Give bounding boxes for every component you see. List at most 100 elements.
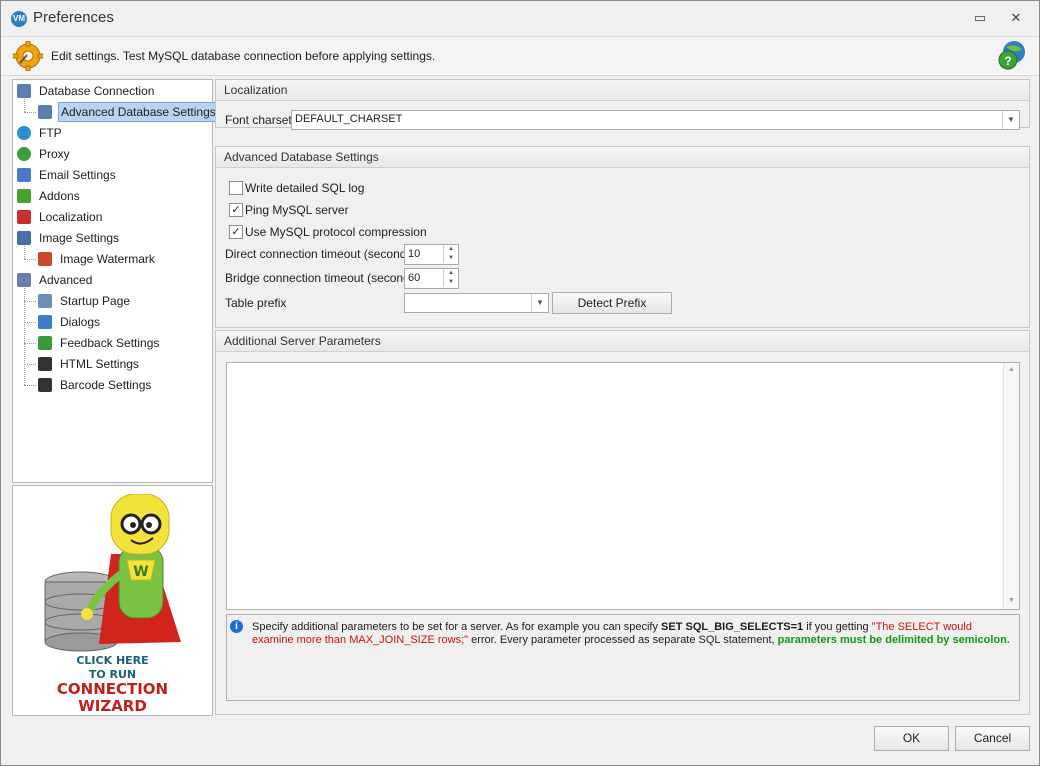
sidebar-item-label: Advanced Database Settings	[58, 102, 219, 122]
font-charset-label: Font charset	[225, 113, 292, 127]
sidebar-item-label: Email Settings	[39, 168, 116, 182]
chevron-down-icon[interactable]: ▼	[1002, 111, 1019, 129]
header-text: Edit settings. Test MySQL database conne…	[51, 49, 436, 63]
ftp-globe-icon	[17, 126, 31, 140]
html-icon	[38, 357, 52, 371]
table-prefix-label: Table prefix	[225, 296, 287, 310]
tree-connector	[24, 343, 36, 344]
sidebar-item-label: Image Settings	[39, 231, 120, 245]
connection-wizard-button[interactable]: W CLICK HERE TO RUN CONNECTION WIZARD	[12, 485, 213, 716]
localization-group-header: Localization	[216, 80, 1029, 101]
settings-tree: Database Connection Advanced Database Set…	[12, 79, 219, 483]
tree-connector	[24, 246, 25, 259]
spin-down-icon[interactable]: ▼	[443, 254, 458, 263]
chevron-down-icon[interactable]: ▼	[531, 294, 548, 312]
app-logo-icon: VM	[11, 11, 27, 27]
close-button[interactable]: ✕	[1005, 9, 1027, 27]
info-text-sql: SET SQL_BIG_SELECTS=1	[661, 621, 804, 633]
additional-params-group-title: Additional Server Parameters	[224, 334, 381, 348]
sidebar-item-label: Barcode Settings	[60, 378, 152, 392]
tree-connector	[24, 99, 25, 112]
tree-connector	[24, 364, 36, 365]
watermark-icon	[38, 252, 52, 266]
help-globe-icon[interactable]: ?	[997, 39, 1027, 71]
sidebar-item-label: Image Watermark	[60, 252, 155, 266]
image-icon	[17, 231, 31, 245]
envelope-icon	[17, 168, 31, 182]
barcode-icon	[38, 378, 52, 392]
spin-down-icon[interactable]: ▼	[443, 278, 458, 287]
shield-icon	[17, 273, 31, 287]
write-sql-log-checkbox[interactable]	[229, 181, 243, 195]
scroll-up-icon[interactable]: ▲	[1004, 363, 1019, 377]
additional-params-group: Additional Server Parameters ▲ ▼ i Speci…	[215, 330, 1030, 715]
gear-icon	[13, 41, 43, 71]
spin-up-icon[interactable]: ▲	[443, 269, 458, 278]
restore-button[interactable]: ▭	[969, 9, 991, 27]
font-charset-select[interactable]: DEFAULT_CHARSET ▼	[291, 110, 1020, 130]
tree-connector	[24, 288, 25, 385]
startup-page-icon	[38, 294, 52, 308]
localization-group-title: Localization	[224, 83, 288, 97]
additional-params-textarea[interactable]: ▲ ▼	[226, 362, 1020, 610]
sidebar-item-label: Proxy	[39, 147, 70, 161]
direct-timeout-spinner[interactable]: 10 ▲ ▼	[404, 244, 459, 265]
wizard-line4: WIZARD	[78, 697, 147, 715]
bridge-timeout-value: 60	[408, 272, 421, 284]
advanced-db-group-title: Advanced Database Settings	[224, 150, 379, 164]
preferences-window: VM Preferences ▭ ✕ Edit settings. Test M…	[0, 0, 1040, 766]
detect-prefix-button[interactable]: Detect Prefix	[552, 292, 672, 314]
font-charset-value: DEFAULT_CHARSET	[295, 113, 403, 125]
sidebar-item-label: HTML Settings	[60, 357, 139, 371]
flag-icon	[17, 210, 31, 224]
sidebar-item-label: Localization	[39, 210, 103, 224]
wizard-mascot-icon: W	[44, 494, 181, 652]
cancel-button[interactable]: Cancel	[955, 726, 1030, 751]
window-title: Preferences	[33, 9, 114, 26]
compression-checkbox[interactable]: ✓	[229, 225, 243, 239]
table-prefix-select[interactable]: ▼	[404, 293, 549, 313]
scroll-down-icon[interactable]: ▼	[1004, 594, 1019, 608]
compression-label: Use MySQL protocol compression	[245, 225, 427, 239]
info-header: Edit settings. Test MySQL database conne…	[1, 36, 1039, 76]
title-bar: VM Preferences ▭ ✕	[1, 1, 1039, 36]
ping-mysql-label: Ping MySQL server	[245, 203, 349, 217]
tree-connector	[24, 385, 36, 386]
info-text-part2: if you getting	[803, 621, 872, 633]
direct-timeout-value: 10	[408, 248, 421, 260]
ok-button[interactable]: OK	[874, 726, 949, 751]
tree-connector	[24, 301, 36, 302]
bridge-timeout-label: Bridge connection timeout (seconds)	[225, 271, 420, 285]
additional-params-group-header: Additional Server Parameters	[216, 331, 1029, 352]
bridge-timeout-spinner[interactable]: 60 ▲ ▼	[404, 268, 459, 289]
wizard-line3: CONNECTION	[56, 680, 169, 698]
info-text-part3: error. Every parameter processed as sepa…	[468, 634, 778, 646]
svg-text:W: W	[133, 564, 148, 580]
sidebar-item-label: Feedback Settings	[60, 336, 160, 350]
dialog-icon	[38, 315, 52, 329]
vertical-scrollbar[interactable]: ▲ ▼	[1003, 363, 1019, 609]
svg-text:?: ?	[1004, 54, 1011, 68]
info-text-delimiter-note: parameters must be delimited by semicolo…	[777, 634, 1010, 646]
advanced-db-group-header: Advanced Database Settings	[216, 147, 1029, 168]
database-settings-icon	[38, 105, 52, 119]
info-icon: i	[230, 620, 243, 633]
database-icon	[17, 84, 31, 98]
sidebar-item-label: Database Connection	[39, 84, 155, 98]
sidebar-item-label: FTP	[39, 126, 62, 140]
info-panel: i Specify additional parameters to be se…	[226, 614, 1020, 701]
spin-up-icon[interactable]: ▲	[443, 245, 458, 254]
localization-group: Localization Font charset DEFAULT_CHARSE…	[215, 79, 1030, 130]
write-sql-log-label: Write detailed SQL log	[245, 181, 365, 195]
advanced-db-group: Advanced Database Settings Write detaile…	[215, 146, 1030, 328]
puzzle-icon	[17, 189, 31, 203]
info-text-part1: Specify additional parameters to be set …	[252, 621, 662, 633]
tree-connector	[24, 112, 36, 113]
tree-connector	[24, 322, 36, 323]
direct-timeout-label: Direct connection timeout (seconds)	[225, 247, 417, 261]
ping-mysql-checkbox[interactable]: ✓	[229, 203, 243, 217]
sidebar-item-label: Startup Page	[60, 294, 131, 308]
info-text: Specify additional parameters to be set …	[252, 621, 1012, 647]
sidebar-item-label: Advanced	[39, 273, 93, 287]
sidebar-item-label: Addons	[39, 189, 80, 203]
